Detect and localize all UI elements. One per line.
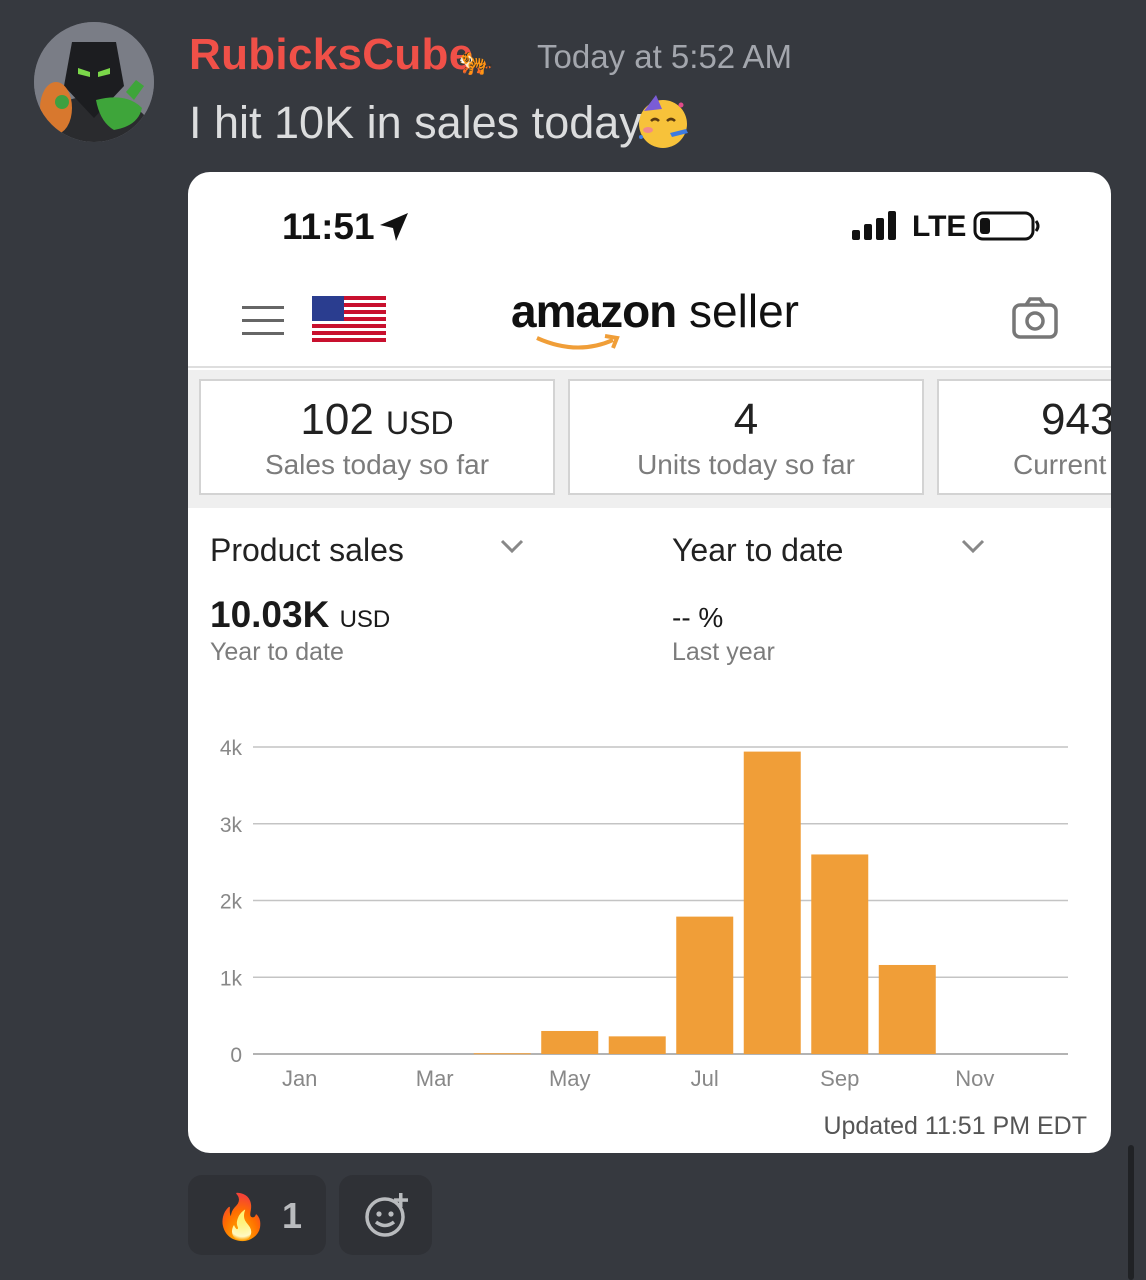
add-emoji-icon [365, 1193, 408, 1237]
message-text: I hit 10K in sales today [189, 97, 642, 148]
screenshot-attachment[interactable]: 11:51 LTE amazon seller 102 USD Sales to… [188, 172, 1111, 1153]
tile-label: Units today so far [637, 449, 855, 480]
bar-aug[interactable] [743, 751, 801, 1054]
metric-tiles: 102 USD Sales today so far 4 Units today… [188, 370, 1111, 508]
us-flag-icon[interactable] [312, 296, 386, 342]
x-tick-label: Jan [282, 1066, 317, 1091]
sales-bar-chart: 4k 3k 2k 1k 0 Jan Mar May Jul Sep Nov [220, 737, 1068, 1091]
amazon-seller-logo: amazon seller [511, 284, 799, 338]
tile-unit: USD [386, 405, 454, 441]
location-arrow-icon [380, 213, 408, 241]
ytd-sales-value: 10.03K USD [210, 594, 390, 636]
period-dropdown[interactable]: Year to date [672, 532, 843, 569]
hamburger-menu-icon[interactable] [242, 306, 284, 336]
bar-sep[interactable] [811, 854, 869, 1054]
x-tick-label: Mar [416, 1066, 454, 1091]
bar-oct[interactable] [878, 964, 936, 1054]
app-header: amazon seller [188, 262, 1111, 368]
x-tick-label: May [549, 1066, 591, 1091]
x-tick-label: Sep [820, 1066, 859, 1091]
add-reaction-button[interactable] [339, 1175, 432, 1255]
tile-label: Current [1013, 449, 1107, 480]
reaction-count: 1 [282, 1195, 303, 1236]
battery-icon [973, 211, 1040, 241]
y-tick-label: 3k [220, 814, 243, 837]
scrollbar[interactable] [1128, 1145, 1134, 1280]
bar-apr[interactable] [473, 1053, 531, 1055]
y-tick-label: 0 [230, 1044, 242, 1067]
tile-current[interactable]: 943 Current [937, 379, 1111, 495]
logo-brand: amazon [511, 285, 677, 337]
bar-jun[interactable] [608, 1036, 666, 1054]
tile-units-today[interactable]: 4 Units today so far [568, 379, 924, 495]
x-tick-label: Jul [691, 1066, 719, 1091]
status-time: 11:51 [282, 206, 375, 247]
logo-suffix: seller [689, 285, 799, 337]
last-year-pct: -- % [672, 602, 724, 633]
bar-may[interactable] [541, 1030, 599, 1054]
bar-jul[interactable] [676, 916, 734, 1054]
avatar[interactable] [34, 22, 154, 142]
updated-timestamp: Updated 11:51 PM EDT [823, 1112, 1087, 1140]
tile-value: 4 [733, 395, 759, 444]
ytd-unit: USD [339, 606, 391, 633]
tile-value: 943 [1041, 395, 1111, 444]
tiger-icon: 🐅 [458, 45, 493, 76]
partying-face-icon [639, 95, 688, 148]
y-tick-label: 1k [220, 967, 243, 990]
y-tick-label: 4k [220, 737, 243, 760]
amazon-smile-icon [536, 334, 620, 350]
fire-reaction[interactable]: 🔥 1 [188, 1175, 326, 1255]
metric-dropdown[interactable]: Product sales [210, 532, 404, 569]
username[interactable]: RubicksCube [189, 30, 473, 80]
y-tick-label: 2k [220, 891, 243, 914]
signal-icon [852, 211, 896, 240]
x-tick-label: Nov [955, 1066, 994, 1091]
tile-sales-today[interactable]: 102 USD Sales today so far [199, 379, 555, 495]
network-label: LTE [912, 210, 967, 243]
tile-value: 102 [300, 395, 374, 444]
chevron-down-icon[interactable] [961, 538, 985, 554]
ytd-label: Year to date [210, 638, 344, 666]
chevron-down-icon[interactable] [500, 538, 524, 554]
timestamp: Today at 5:52 AM [537, 38, 792, 75]
last-year-label: Last year [672, 638, 775, 666]
tile-label: Sales today so far [264, 449, 490, 480]
fire-icon: 🔥 [214, 1193, 269, 1242]
ytd-value: 10.03K [210, 594, 330, 635]
camera-icon[interactable] [1012, 296, 1058, 340]
